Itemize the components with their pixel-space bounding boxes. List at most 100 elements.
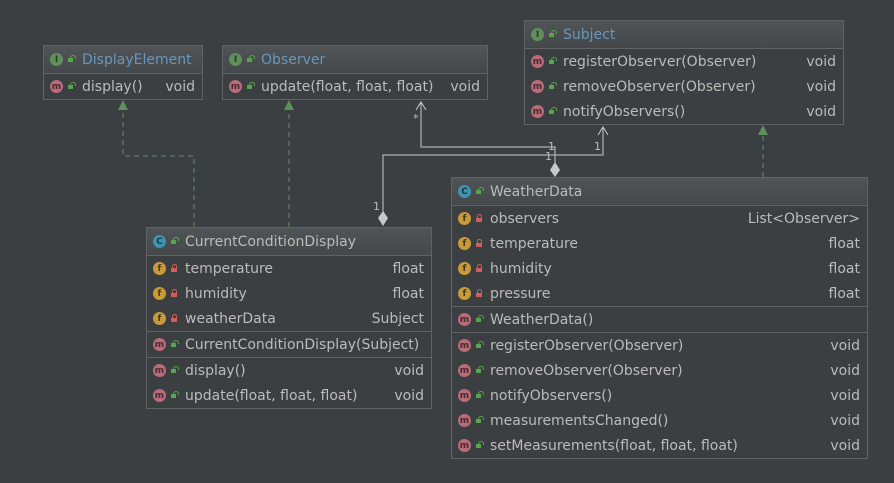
method-name: display() bbox=[185, 362, 246, 379]
field-icon: f bbox=[458, 212, 471, 225]
class-header[interactable]: I Observer bbox=[223, 46, 487, 74]
field-row[interactable]: f weatherData Subject bbox=[147, 306, 431, 331]
method-type: void bbox=[830, 387, 860, 404]
field-type: float bbox=[828, 285, 860, 302]
method-row[interactable]: m update(float, float, float) void bbox=[147, 383, 431, 408]
method-type: void bbox=[806, 103, 836, 120]
methods-section: m display() void bbox=[44, 74, 202, 99]
field-row[interactable]: f temperature float bbox=[452, 231, 867, 256]
field-name: humidity bbox=[490, 260, 552, 277]
method-row[interactable]: m registerObserver(Observer) void bbox=[452, 333, 867, 358]
class-title: CurrentConditionDisplay bbox=[185, 233, 356, 250]
fields-section: f temperature float f humidity float f w… bbox=[147, 256, 431, 332]
field-name: temperature bbox=[185, 260, 273, 277]
method-row[interactable]: m setMeasurements(float, float, float) v… bbox=[452, 433, 867, 458]
constructor-row[interactable]: m WeatherData() bbox=[452, 307, 867, 332]
class-title: Subject bbox=[563, 26, 616, 43]
method-row[interactable]: m removeObserver(Observer) void bbox=[525, 74, 843, 99]
method-row[interactable]: m measurementsChanged() void bbox=[452, 408, 867, 433]
class-box-weatherdata[interactable]: C WeatherData f observers List<Observer>… bbox=[451, 177, 868, 459]
private-visibility-icon bbox=[170, 289, 179, 298]
field-name: observers bbox=[490, 210, 560, 227]
public-visibility-icon bbox=[246, 55, 255, 64]
method-row[interactable]: m update(float, float, float) void bbox=[223, 74, 487, 99]
public-visibility-icon bbox=[475, 391, 484, 400]
method-icon: m bbox=[153, 338, 166, 351]
method-row[interactable]: m notifyObservers() void bbox=[525, 99, 843, 124]
public-visibility-icon bbox=[475, 341, 484, 350]
method-icon: m bbox=[531, 55, 544, 68]
method-name: removeObserver(Observer) bbox=[563, 78, 756, 95]
method-type: void bbox=[830, 412, 860, 429]
class-title: Observer bbox=[261, 51, 326, 68]
multiplicity-ccd-one: 1 bbox=[373, 200, 380, 213]
method-icon: m bbox=[229, 80, 242, 93]
field-row[interactable]: f temperature float bbox=[147, 256, 431, 281]
method-name: registerObserver(Observer) bbox=[490, 337, 684, 354]
field-name: temperature bbox=[490, 235, 578, 252]
private-visibility-icon bbox=[170, 264, 179, 273]
method-icon: m bbox=[458, 439, 471, 452]
method-type: void bbox=[830, 437, 860, 454]
method-row[interactable]: m display() void bbox=[147, 358, 431, 383]
method-type: void bbox=[830, 362, 860, 379]
arrowhead-displayelement bbox=[118, 100, 128, 110]
constructors-section: m CurrentConditionDisplay(Subject) bbox=[147, 332, 431, 358]
multiplicity-weatherdata-subject: 1 bbox=[594, 140, 601, 153]
field-icon: f bbox=[458, 237, 471, 250]
method-name: registerObserver(Observer) bbox=[563, 53, 757, 70]
constructor-row[interactable]: m CurrentConditionDisplay(Subject) bbox=[147, 332, 431, 357]
method-row[interactable]: m display() void bbox=[44, 74, 202, 99]
method-row[interactable]: m removeObserver(Observer) void bbox=[452, 358, 867, 383]
field-row[interactable]: f humidity float bbox=[147, 281, 431, 306]
class-box-currentconditiondisplay[interactable]: C CurrentConditionDisplay f temperature … bbox=[146, 227, 432, 409]
constructor-name: WeatherData() bbox=[490, 311, 594, 328]
public-visibility-icon bbox=[548, 57, 557, 66]
class-header[interactable]: C CurrentConditionDisplay bbox=[147, 228, 431, 256]
public-visibility-icon bbox=[170, 366, 179, 375]
field-row[interactable]: f observers List<Observer> bbox=[452, 206, 867, 231]
method-type: void bbox=[394, 387, 424, 404]
class-header[interactable]: I Subject bbox=[525, 21, 843, 49]
method-name: setMeasurements(float, float, float) bbox=[490, 437, 738, 454]
field-icon: f bbox=[153, 312, 166, 325]
method-icon: m bbox=[153, 364, 166, 377]
method-name: measurementsChanged() bbox=[490, 412, 669, 429]
composition-diamond-ccd bbox=[378, 211, 388, 226]
method-type: void bbox=[165, 78, 195, 95]
method-type: void bbox=[394, 362, 424, 379]
field-name: humidity bbox=[185, 285, 247, 302]
public-visibility-icon bbox=[67, 55, 76, 64]
private-visibility-icon bbox=[170, 314, 179, 323]
public-visibility-icon bbox=[475, 416, 484, 425]
methods-section: m registerObserver(Observer) void m remo… bbox=[452, 333, 867, 458]
method-name: display() bbox=[82, 78, 143, 95]
ccd-realizes-displayelement bbox=[122, 108, 195, 227]
method-type: void bbox=[450, 78, 480, 95]
methods-section: m display() void m update(float, float, … bbox=[147, 358, 431, 408]
class-header[interactable]: C WeatherData bbox=[452, 178, 867, 206]
class-icon: C bbox=[458, 185, 471, 198]
method-icon: m bbox=[458, 313, 471, 326]
interface-icon: I bbox=[531, 28, 544, 41]
field-row[interactable]: f humidity float bbox=[452, 256, 867, 281]
field-row[interactable]: f pressure float bbox=[452, 281, 867, 306]
method-row[interactable]: m registerObserver(Observer) void bbox=[525, 49, 843, 74]
field-icon: f bbox=[458, 287, 471, 300]
public-visibility-icon bbox=[475, 441, 484, 450]
class-box-observer[interactable]: I Observer m update(float, float, float)… bbox=[222, 45, 488, 100]
public-visibility-icon bbox=[170, 237, 179, 246]
public-visibility-icon bbox=[548, 107, 557, 116]
class-box-subject[interactable]: I Subject m registerObserver(Observer) v… bbox=[524, 20, 844, 125]
constructor-name: CurrentConditionDisplay(Subject) bbox=[185, 336, 420, 353]
method-row[interactable]: m notifyObservers() void bbox=[452, 383, 867, 408]
private-visibility-icon bbox=[475, 239, 484, 248]
field-name: pressure bbox=[490, 285, 551, 302]
field-type: float bbox=[828, 260, 860, 277]
method-type: void bbox=[830, 337, 860, 354]
constructors-section: m WeatherData() bbox=[452, 307, 867, 333]
class-header[interactable]: I DisplayElement bbox=[44, 46, 202, 74]
methods-section: m registerObserver(Observer) void m remo… bbox=[525, 49, 843, 124]
method-icon: m bbox=[531, 80, 544, 93]
class-box-displayelement[interactable]: I DisplayElement m display() void bbox=[43, 45, 203, 100]
